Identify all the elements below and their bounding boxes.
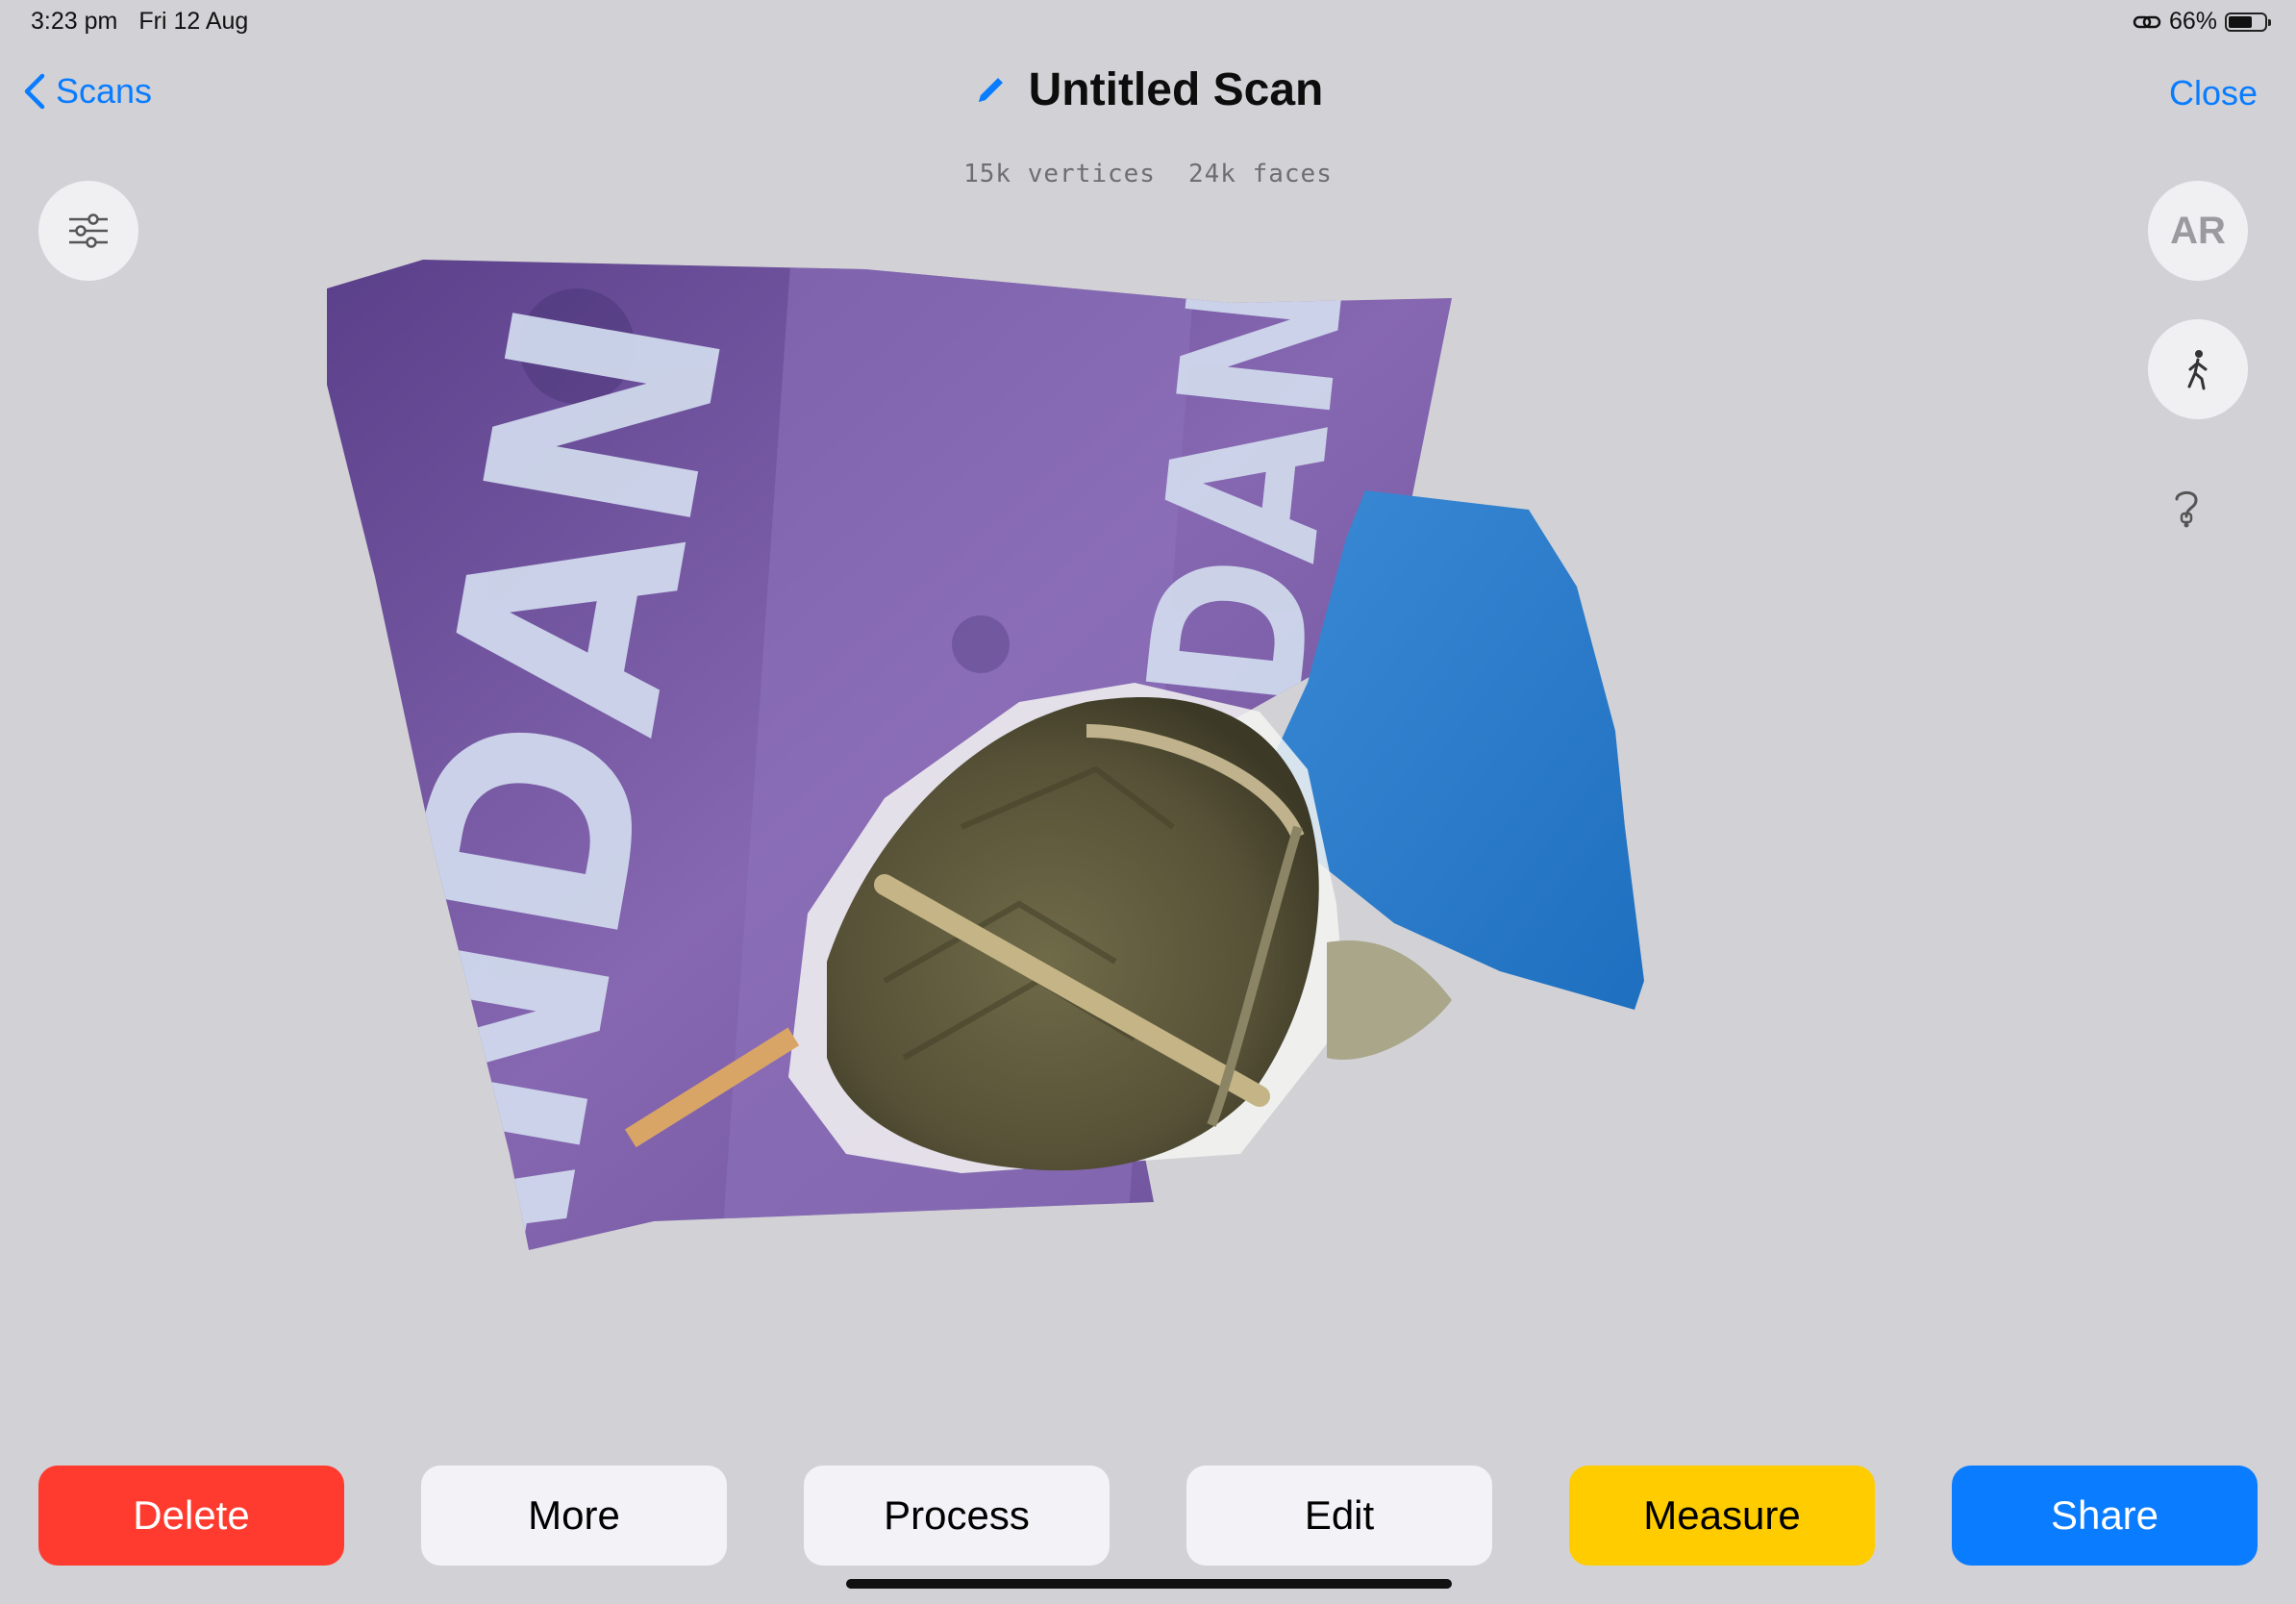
scan-viewport[interactable]: ANDAN ANDAN (288, 231, 1683, 1250)
settings-button[interactable] (38, 181, 138, 281)
help-button[interactable] (2169, 487, 2204, 536)
status-date: Fri 12 Aug (138, 8, 249, 35)
battery-icon (2225, 12, 2271, 32)
share-button[interactable]: Share (1952, 1466, 2258, 1566)
status-bar-right: 66% (2133, 8, 2271, 36)
ar-label: AR (2170, 209, 2226, 252)
scan-model: ANDAN ANDAN (327, 260, 1644, 1250)
title-area: Untitled Scan (0, 63, 2296, 116)
page-title[interactable]: Untitled Scan (1029, 63, 1324, 116)
link-icon (2133, 15, 2161, 28)
process-button[interactable]: Process (804, 1466, 1110, 1566)
vertices-count: 15k vertices (963, 160, 1156, 188)
faces-count: 24k faces (1187, 160, 1333, 188)
battery-percent: 66% (2168, 8, 2217, 35)
mesh-stats: 15k vertices 24k faces (0, 160, 2296, 188)
measure-button[interactable]: Measure (1569, 1466, 1875, 1566)
status-bar-left: 3:23 pm Fri 12 Aug (31, 8, 248, 36)
status-time: 3:23 pm (31, 8, 118, 35)
walk-icon (2187, 350, 2208, 390)
pencil-icon[interactable] (973, 73, 1008, 108)
close-button[interactable]: Close (2169, 73, 2258, 113)
help-icon (2175, 490, 2198, 528)
walk-mode-button[interactable] (2148, 319, 2248, 419)
sliders-icon (69, 213, 108, 248)
more-button[interactable]: More (421, 1466, 727, 1566)
home-indicator[interactable] (846, 1579, 1452, 1589)
ar-button[interactable]: AR (2148, 181, 2248, 281)
edit-button[interactable]: Edit (1186, 1466, 1492, 1566)
delete-button[interactable]: Delete (38, 1466, 344, 1566)
